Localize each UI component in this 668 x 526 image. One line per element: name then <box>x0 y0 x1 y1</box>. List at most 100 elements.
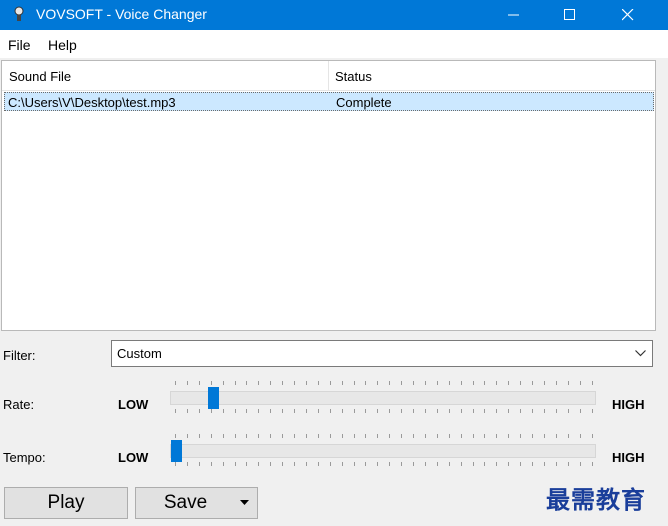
rate-slider[interactable] <box>170 381 596 413</box>
slider-tick <box>555 462 557 466</box>
slider-tick <box>579 381 581 385</box>
slider-tick <box>484 462 486 466</box>
slider-tick <box>329 462 331 466</box>
menu-file[interactable]: File <box>8 37 31 53</box>
slider-tick <box>175 462 176 466</box>
slider-tick <box>484 381 486 385</box>
slider-tick <box>401 434 403 438</box>
slider-tick <box>282 434 284 438</box>
slider-tick <box>222 381 224 385</box>
slider-tick <box>282 409 284 413</box>
tempo-slider-thumb[interactable] <box>171 440 182 462</box>
slider-tick <box>520 381 522 385</box>
column-header-status[interactable]: Status <box>335 69 372 84</box>
slider-tick <box>222 409 224 413</box>
close-button[interactable] <box>605 0 651 30</box>
slider-tick <box>532 434 533 438</box>
slider-tick <box>496 434 498 438</box>
slider-tick <box>413 381 414 385</box>
play-button[interactable]: Play <box>4 487 128 519</box>
slider-tick <box>341 409 343 413</box>
minimize-button[interactable] <box>491 0 537 30</box>
slider-tick <box>448 434 450 438</box>
maximize-icon <box>564 9 575 20</box>
tempo-high-label: HIGH <box>612 450 645 465</box>
slider-tick <box>258 462 260 466</box>
slider-tick <box>472 381 474 385</box>
column-header-sound-file[interactable]: Sound File <box>9 69 71 84</box>
slider-tick <box>186 434 188 438</box>
slider-tick <box>579 434 581 438</box>
slider-tick <box>222 462 224 466</box>
slider-tick <box>532 409 533 413</box>
slider-tick <box>579 462 581 466</box>
slider-tick <box>210 381 212 385</box>
slider-tick <box>305 462 307 466</box>
slider-tick <box>543 434 545 438</box>
slider-tick <box>520 462 522 466</box>
slider-tick <box>294 434 295 438</box>
slider-tick <box>520 409 522 413</box>
slider-tick <box>436 434 438 438</box>
slider-tick <box>389 434 391 438</box>
slider-tick <box>413 434 414 438</box>
slider-tick <box>567 409 569 413</box>
slider-tick <box>353 409 355 413</box>
slider-tick <box>353 434 355 438</box>
tempo-slider[interactable] <box>170 434 596 466</box>
rate-ticks-bottom <box>170 409 596 414</box>
slider-tick <box>472 462 474 466</box>
menu-help[interactable]: Help <box>48 37 77 53</box>
save-dropdown-arrow-icon[interactable] <box>240 500 249 505</box>
slider-tick <box>270 434 272 438</box>
slider-tick <box>424 381 426 385</box>
slider-tick <box>413 462 414 466</box>
slider-tick <box>377 462 379 466</box>
slider-tick <box>294 462 295 466</box>
slider-tick <box>365 409 367 413</box>
slider-tick <box>317 434 319 438</box>
title-bar: VOVSOFT - Voice Changer <box>0 0 668 30</box>
list-row[interactable]: C:\Users\V\Desktop\test.mp3 Complete <box>4 92 654 111</box>
tempo-ticks-top <box>170 434 596 439</box>
rate-slider-track <box>170 391 596 405</box>
slider-tick <box>246 409 248 413</box>
slider-tick <box>198 381 200 385</box>
row-status: Complete <box>336 95 392 110</box>
slider-tick <box>282 462 284 466</box>
slider-tick <box>389 462 391 466</box>
slider-tick <box>234 409 236 413</box>
rate-slider-thumb[interactable] <box>208 387 219 409</box>
slider-tick <box>341 381 343 385</box>
slider-tick <box>210 409 212 413</box>
slider-tick <box>543 381 545 385</box>
slider-tick <box>591 462 593 466</box>
slider-tick <box>555 409 557 413</box>
slider-tick <box>270 462 272 466</box>
slider-tick <box>186 409 188 413</box>
slider-tick <box>436 381 438 385</box>
slider-tick <box>175 434 176 438</box>
column-separator[interactable] <box>328 61 329 90</box>
row-sound-file: C:\Users\V\Desktop\test.mp3 <box>8 95 176 110</box>
filter-select[interactable]: Custom <box>111 340 653 367</box>
app-microphone-icon <box>14 6 24 21</box>
slider-tick <box>591 434 593 438</box>
slider-tick <box>567 434 569 438</box>
maximize-button[interactable] <box>547 0 593 30</box>
slider-tick <box>591 409 593 413</box>
slider-tick <box>508 409 510 413</box>
slider-tick <box>282 381 284 385</box>
slider-tick <box>258 409 260 413</box>
slider-tick <box>353 381 355 385</box>
slider-tick <box>389 381 391 385</box>
slider-tick <box>294 409 295 413</box>
sound-file-list[interactable]: Sound File Status C:\Users\V\Desktop\tes… <box>1 60 656 331</box>
slider-tick <box>389 409 391 413</box>
slider-tick <box>305 381 307 385</box>
slider-tick <box>484 434 486 438</box>
slider-tick <box>555 381 557 385</box>
rate-high-label: HIGH <box>612 397 645 412</box>
slider-tick <box>186 462 188 466</box>
tempo-ticks-bottom <box>170 462 596 467</box>
